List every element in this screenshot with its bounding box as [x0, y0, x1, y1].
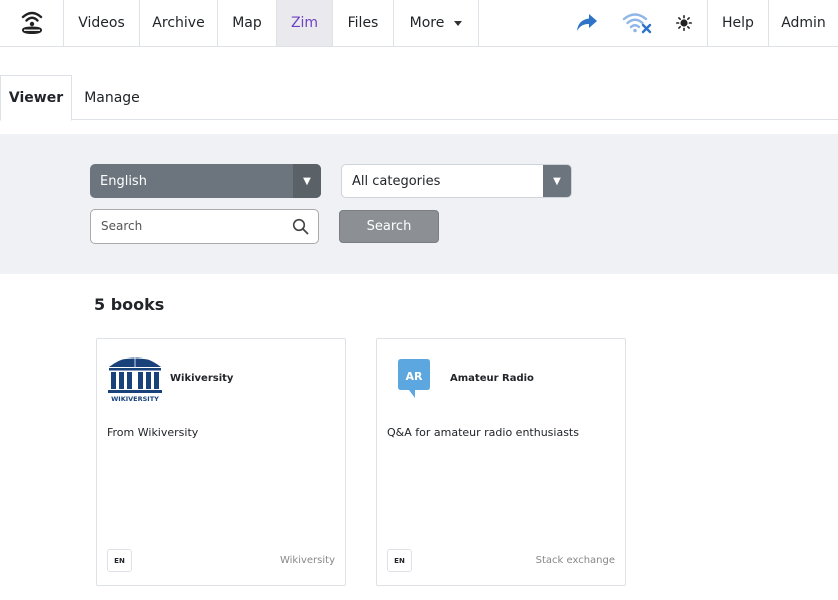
share-button[interactable]: [570, 0, 604, 46]
tab-bar: Viewer Manage: [0, 75, 838, 121]
nav-map-label: Map: [232, 15, 262, 31]
wifi-status-button[interactable]: [618, 0, 656, 46]
theme-toggle-button[interactable]: [668, 0, 699, 46]
wifi-off-icon: [622, 13, 652, 34]
tab-viewer-label: Viewer: [8, 90, 64, 106]
book-title: Amateur Radio: [450, 373, 534, 384]
amateur-radio-icon: AR: [398, 359, 430, 398]
book-title: Wikiversity: [170, 373, 234, 384]
book-description: Q&A for amateur radio enthusiasts: [387, 426, 579, 439]
nav-admin[interactable]: Admin: [769, 0, 838, 46]
nav-files[interactable]: Files: [333, 0, 394, 46]
nav-archive-label: Archive: [152, 15, 205, 31]
search-input[interactable]: [101, 219, 281, 233]
book-card[interactable]: WIKIVERSITY Wikiversity From Wikiversity…: [96, 338, 346, 586]
nav-videos[interactable]: Videos: [64, 0, 140, 46]
category-select-value: All categories: [352, 173, 441, 189]
nav-more-label: More: [409, 15, 445, 31]
nav-archive[interactable]: Archive: [140, 0, 218, 46]
nav-files-label: Files: [347, 15, 379, 31]
search-icon: [292, 218, 309, 235]
amateur-radio-logo-text: AR: [406, 370, 424, 383]
language-select-value: English: [100, 173, 147, 189]
nav-help[interactable]: Help: [707, 0, 769, 46]
language-select[interactable]: English ▼: [90, 164, 321, 198]
nav-more-dropdown[interactable]: More: [394, 0, 479, 46]
search-button[interactable]: Search: [339, 210, 439, 243]
results-count: 5 books: [94, 295, 165, 314]
brightness-icon: [675, 15, 692, 31]
nav-videos-label: Videos: [78, 15, 125, 31]
nav-zim[interactable]: Zim: [277, 0, 333, 46]
nav-zim-label: Zim: [290, 15, 319, 31]
book-description: From Wikiversity: [107, 426, 199, 439]
tab-manage[interactable]: Manage: [76, 75, 148, 120]
book-source: Stack exchange: [535, 555, 615, 566]
category-select[interactable]: All categories ▼: [341, 164, 572, 198]
book-source: Wikiversity: [279, 555, 335, 566]
caret-down-icon: [454, 20, 463, 26]
dropdown-arrow-icon: ▼: [293, 164, 321, 198]
wikiversity-logo-icon: WIKIVERSITY: [108, 354, 162, 403]
dropdown-arrow-icon: ▼: [543, 165, 571, 197]
search-button-label: Search: [366, 219, 412, 234]
nav-help-label: Help: [722, 15, 754, 31]
book-card[interactable]: AR Amateur Radio Q&A for amateur radio e…: [376, 338, 626, 586]
filter-panel: English ▼ All categories ▼ Search: [0, 134, 838, 274]
top-navbar: Videos Archive Map Zim Files More Help A…: [0, 0, 838, 47]
share-icon: [577, 14, 597, 31]
home-logo[interactable]: [0, 0, 64, 46]
nav-admin-label: Admin: [781, 15, 826, 31]
nav-map[interactable]: Map: [218, 0, 277, 46]
hotspot-logo-icon: [21, 11, 42, 34]
tab-viewer[interactable]: Viewer: [0, 75, 72, 121]
tab-manage-label: Manage: [84, 89, 140, 106]
language-badge: EN: [107, 549, 132, 572]
language-badge: EN: [387, 549, 412, 572]
wikiversity-logo-text: WIKIVERSITY: [111, 395, 159, 403]
search-field[interactable]: [90, 209, 319, 244]
